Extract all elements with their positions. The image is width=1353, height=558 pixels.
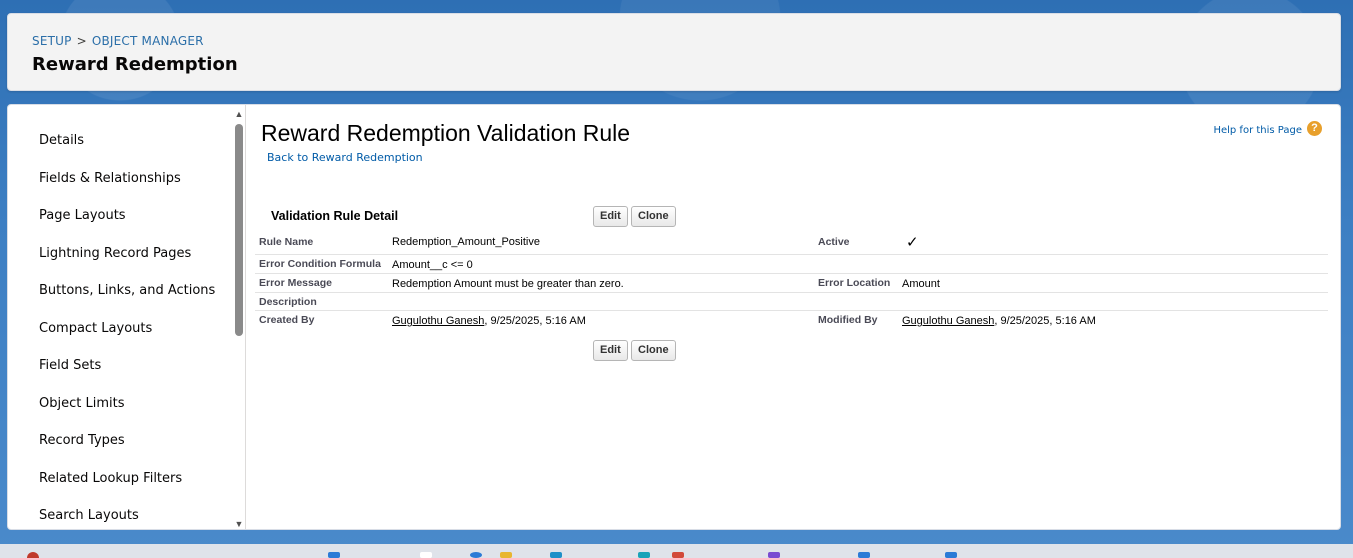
back-link[interactable]: Back to Reward Redemption: [267, 151, 423, 164]
scroll-up-arrow-icon[interactable]: ▲: [234, 109, 244, 119]
object-header: SETUP > OBJECT MANAGER Reward Redemption: [7, 13, 1341, 91]
sidebar-item-compact-layouts[interactable]: Compact Layouts: [39, 321, 152, 336]
sidebar-item-record-types[interactable]: Record Types: [39, 433, 125, 448]
os-taskbar: [0, 544, 1353, 558]
active-checkmark-icon: ✓: [906, 234, 919, 251]
error-location-value: Amount: [902, 278, 940, 290]
scroll-thumb[interactable]: [235, 124, 243, 336]
notification-badge-icon[interactable]: [27, 552, 39, 558]
sidebar-item-object-limits[interactable]: Object Limits: [39, 396, 124, 411]
taskbar-app-icon[interactable]: [768, 552, 780, 558]
taskbar-app-icon[interactable]: [945, 552, 957, 558]
taskbar-app-icon[interactable]: [470, 552, 482, 558]
sidebar-item-details[interactable]: Details: [39, 133, 84, 148]
edit-button-bottom[interactable]: Edit: [593, 340, 628, 361]
detail-row-formula: Error Condition Formula Amount__c <= 0: [255, 255, 1328, 274]
rule-name-value: Redemption_Amount_Positive: [392, 236, 540, 248]
created-by-date: , 9/25/2025, 5:16 AM: [484, 315, 586, 327]
page-title: Reward Redemption Validation Rule: [261, 120, 631, 146]
sidebar-item-page-layouts[interactable]: Page Layouts: [39, 208, 126, 223]
rule-name-label: Rule Name: [259, 236, 314, 248]
error-message-value: Redemption Amount must be greater than z…: [392, 278, 624, 290]
section-title: Validation Rule Detail: [271, 209, 399, 223]
modified-by-user-link[interactable]: Gugulothu Ganesh: [902, 315, 994, 327]
detail-row-description: Description: [255, 293, 1328, 311]
error-message-label: Error Message: [259, 277, 332, 289]
taskbar-app-icon[interactable]: [858, 552, 870, 558]
created-by-value: Gugulothu Ganesh, 9/25/2025, 5:16 AM: [392, 315, 586, 327]
sidebar-item-related-lookup-filters[interactable]: Related Lookup Filters: [39, 471, 182, 486]
sidebar-item-buttons-links-actions[interactable]: Buttons, Links, and Actions: [39, 283, 215, 298]
description-label: Description: [259, 296, 317, 308]
active-label: Active: [818, 236, 850, 248]
taskbar-app-icon[interactable]: [672, 552, 684, 558]
sidebar-item-lightning-record-pages[interactable]: Lightning Record Pages: [39, 246, 191, 261]
formula-value: Amount__c <= 0: [392, 259, 473, 271]
modified-by-value: Gugulothu Ganesh, 9/25/2025, 5:16 AM: [902, 315, 1096, 327]
content-area: Reward Redemption Validation Rule Back t…: [247, 105, 1340, 529]
edit-button-top[interactable]: Edit: [593, 206, 628, 227]
sidebar-item-fields-relationships[interactable]: Fields & Relationships: [39, 171, 181, 186]
taskbar-app-icon[interactable]: [550, 552, 562, 558]
taskbar-app-icon[interactable]: [420, 552, 432, 558]
clone-button-top[interactable]: Clone: [631, 206, 676, 227]
sidebar-item-search-layouts[interactable]: Search Layouts: [39, 508, 139, 523]
taskbar-app-icon[interactable]: [638, 552, 650, 558]
error-location-label: Error Location: [818, 277, 891, 289]
breadcrumb-object-manager-link[interactable]: OBJECT MANAGER: [92, 34, 204, 48]
modified-by-date: , 9/25/2025, 5:16 AM: [994, 315, 1096, 327]
sidebar: Details Fields & Relationships Page Layo…: [8, 105, 246, 529]
object-title: Reward Redemption: [32, 54, 238, 75]
scroll-down-arrow-icon[interactable]: ▼: [234, 519, 244, 529]
breadcrumb-separator: >: [76, 34, 87, 48]
sidebar-item-field-sets[interactable]: Field Sets: [39, 358, 101, 373]
breadcrumb-setup-link[interactable]: SETUP: [32, 34, 72, 48]
created-by-label: Created By: [259, 314, 315, 326]
taskbar-app-icon[interactable]: [328, 552, 340, 558]
sidebar-scrollbar[interactable]: ▲ ▼: [234, 109, 244, 529]
modified-by-label: Modified By: [818, 314, 878, 326]
help-link[interactable]: Help for this Page: [1213, 125, 1302, 136]
detail-row-error-message: Error Message Redemption Amount must be …: [255, 274, 1328, 293]
help-icon[interactable]: ?: [1307, 121, 1322, 136]
clone-button-bottom[interactable]: Clone: [631, 340, 676, 361]
detail-row-created-modified: Created By Gugulothu Ganesh, 9/25/2025, …: [255, 311, 1328, 333]
breadcrumb: SETUP > OBJECT MANAGER: [32, 34, 204, 48]
main-panel: Details Fields & Relationships Page Layo…: [7, 104, 1341, 530]
created-by-user-link[interactable]: Gugulothu Ganesh: [392, 315, 484, 327]
formula-label: Error Condition Formula: [259, 258, 381, 270]
detail-row-rule-name: Rule Name Redemption_Amount_Positive Act…: [255, 231, 1328, 255]
taskbar-app-icon[interactable]: [500, 552, 512, 558]
